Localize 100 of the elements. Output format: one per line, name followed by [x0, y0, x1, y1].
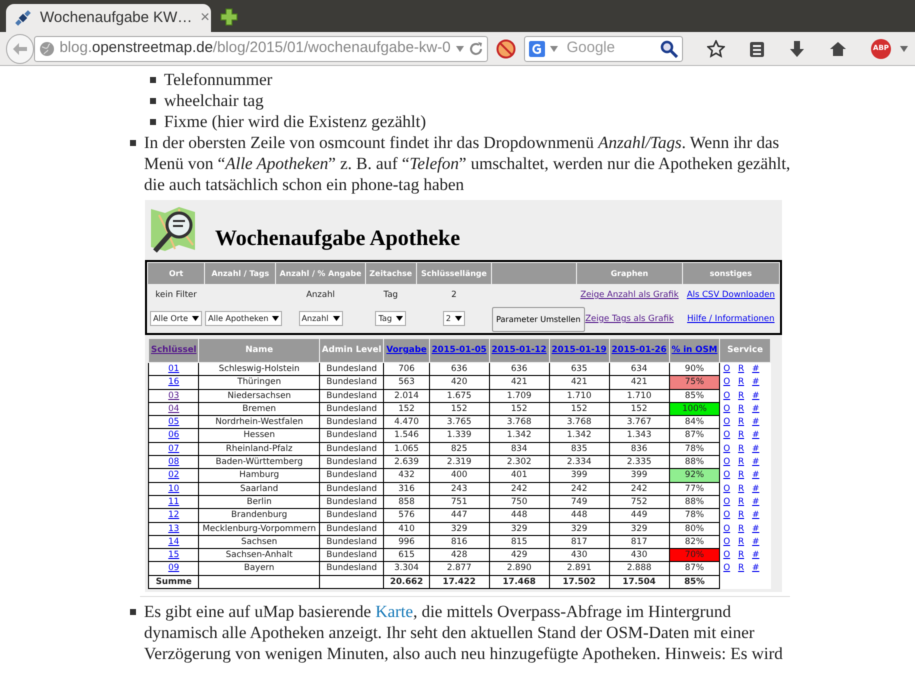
reload-icon[interactable] — [468, 42, 483, 56]
dropdown[interactable]: Tag — [375, 311, 406, 326]
clipboard-icon[interactable] — [749, 40, 765, 58]
key-link[interactable]: 02 — [168, 470, 180, 480]
service-link[interactable]: R — [738, 390, 744, 401]
dropdown[interactable]: Alle Apotheken — [205, 311, 282, 326]
key-link[interactable]: 15 — [168, 550, 180, 560]
key-link[interactable]: 08 — [168, 457, 180, 468]
service-link[interactable]: O — [723, 484, 730, 494]
service-link[interactable]: O — [723, 496, 730, 507]
service-link[interactable]: # — [752, 524, 760, 534]
close-tab-button[interactable]: × — [200, 6, 210, 30]
table-cell: 449 — [609, 508, 670, 522]
key-link[interactable]: 10 — [168, 484, 180, 494]
key-link[interactable]: 04 — [168, 404, 180, 414]
table-cell: 399 — [609, 468, 670, 482]
service-link[interactable]: # — [752, 430, 760, 440]
service-link[interactable]: # — [752, 444, 760, 454]
dropdown[interactable]: Anzahl — [298, 311, 342, 326]
table-cell: Bundesland — [319, 468, 384, 482]
star-icon[interactable] — [707, 40, 725, 58]
service-link[interactable]: R — [738, 444, 744, 454]
service-link[interactable]: # — [752, 484, 760, 494]
service-link[interactable]: R — [738, 457, 744, 468]
dropdown[interactable]: Alle Orte — [150, 311, 202, 326]
service-link[interactable]: O — [723, 404, 730, 414]
service-link[interactable]: # — [752, 510, 760, 520]
search-icon[interactable] — [660, 40, 678, 58]
service-link[interactable]: O — [723, 377, 730, 388]
column-header: Admin Level — [319, 338, 384, 362]
service-link[interactable]: O — [723, 524, 730, 534]
service-link[interactable]: # — [752, 496, 760, 507]
service-link[interactable]: O — [723, 417, 730, 428]
caret-icon[interactable] — [548, 44, 559, 52]
service-link[interactable]: R — [738, 496, 744, 507]
service-link[interactable]: # — [752, 404, 760, 414]
service-link[interactable]: # — [752, 470, 760, 480]
link[interactable]: Zeige Anzahl als Grafik — [580, 290, 679, 300]
service-link[interactable]: O — [723, 563, 730, 574]
service-link[interactable]: R — [738, 417, 744, 428]
url-field[interactable]: blog.openstreetmap.de/blog/2015/01/wochenaufgabe-kw-0 — [34, 36, 488, 62]
key-link[interactable]: 05 — [168, 417, 180, 428]
service-link[interactable]: O — [723, 364, 730, 374]
service-link[interactable]: O — [723, 510, 730, 520]
service-link[interactable]: # — [752, 563, 760, 574]
key-link[interactable]: 12 — [168, 510, 180, 520]
link[interactable]: Als CSV Downloaden — [686, 290, 775, 300]
table-cell: 636 — [489, 362, 550, 376]
key-link[interactable]: 16 — [168, 377, 180, 388]
service-link[interactable]: O — [723, 550, 730, 560]
service-link[interactable]: O — [723, 390, 730, 401]
key-link[interactable]: 14 — [168, 536, 180, 547]
link[interactable]: Hilfe / Informationen — [687, 314, 775, 324]
table-cell: 2.888 — [609, 562, 670, 576]
link[interactable]: Zeige Tags als Grafik — [585, 314, 674, 324]
service-link[interactable]: O — [723, 536, 730, 547]
key-link[interactable]: 06 — [168, 430, 180, 440]
service-link[interactable]: R — [738, 536, 744, 547]
key-link[interactable]: 01 — [168, 364, 180, 374]
service-link[interactable]: # — [752, 536, 760, 547]
service-link[interactable]: O — [723, 457, 730, 468]
apply-button[interactable]: Parameter Umstellen — [492, 307, 585, 332]
home-icon[interactable] — [829, 40, 847, 56]
link[interactable]: Karte — [375, 602, 414, 622]
service-link[interactable]: R — [738, 377, 744, 388]
caret-icon[interactable] — [454, 44, 465, 52]
service-link[interactable]: # — [752, 390, 760, 401]
download-icon[interactable] — [789, 40, 805, 58]
service-link[interactable]: O — [723, 470, 730, 480]
service-link[interactable]: R — [738, 510, 744, 520]
service-link[interactable]: # — [752, 550, 760, 560]
service-link[interactable]: R — [738, 364, 744, 374]
key-link[interactable]: 03 — [168, 390, 180, 401]
service-link[interactable]: R — [738, 404, 744, 414]
service-link[interactable]: R — [738, 470, 744, 480]
service-link[interactable]: R — [738, 524, 744, 534]
caret-icon[interactable] — [899, 44, 909, 52]
service-link[interactable]: # — [752, 417, 760, 428]
column-header[interactable]: Schlüssel — [148, 338, 199, 362]
service-link[interactable]: R — [738, 550, 744, 560]
service-link[interactable]: R — [738, 430, 744, 440]
service-link[interactable]: O — [723, 430, 730, 440]
table-cell: 242 — [549, 482, 610, 496]
key-link[interactable]: 13 — [168, 524, 180, 534]
table-cell: 1.675 — [429, 389, 490, 402]
key-link[interactable]: 09 — [168, 563, 180, 574]
service-link[interactable]: # — [752, 377, 760, 388]
table-cell: Bundesland — [319, 428, 384, 442]
key-link[interactable]: 11 — [168, 496, 180, 507]
service-link[interactable]: # — [752, 364, 760, 374]
service-link[interactable]: # — [752, 457, 760, 468]
service-link[interactable]: O — [723, 444, 730, 454]
service-link[interactable]: R — [738, 563, 744, 574]
key-link[interactable]: 07 — [168, 444, 180, 454]
prohibited-icon[interactable] — [496, 38, 516, 58]
new-tab-plus-icon[interactable] — [219, 7, 239, 27]
browser-tab[interactable]: Wochenaufgabe KW… × — [6, 4, 211, 32]
dropdown[interactable]: 2 — [442, 311, 465, 326]
service-link[interactable]: R — [738, 484, 744, 494]
table-cell: 1.709 — [489, 389, 550, 402]
